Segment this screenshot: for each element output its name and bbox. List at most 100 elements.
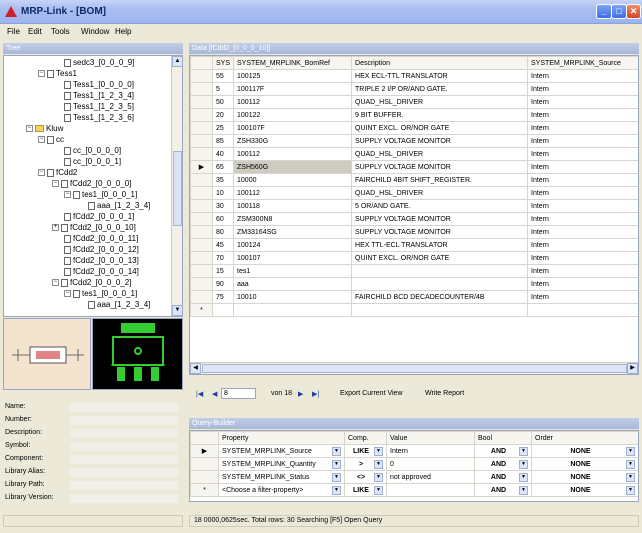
cell-bomref[interactable]: ZSH330G — [233, 134, 353, 148]
new-row[interactable]: * — [190, 303, 638, 317]
row-selector[interactable] — [190, 225, 213, 239]
query-comp-select[interactable]: LIKE ▼ — [344, 483, 387, 497]
cell-bomref[interactable]: 10000 — [233, 173, 353, 187]
cell-sys[interactable]: 90 — [211, 277, 235, 291]
cell-bomref[interactable]: 100122 — [233, 108, 353, 122]
cell-source[interactable]: Intern — [527, 199, 638, 213]
cell-source[interactable]: Intern — [527, 277, 638, 291]
dropdown-arrow-icon[interactable]: ▼ — [374, 485, 383, 495]
cell-source[interactable]: Intern — [527, 160, 638, 174]
cell-description[interactable] — [351, 277, 529, 291]
tree-node[interactable]: fCdd2_[0_0_0_13] — [64, 256, 139, 265]
query-bool-select[interactable]: AND ▼ — [474, 470, 532, 484]
cell-bomref[interactable]: ZSH560G — [233, 160, 353, 174]
tree-node[interactable]: − fCdd2_[0_0_0_0] — [52, 179, 131, 188]
cell-source[interactable]: Intern — [527, 147, 638, 161]
query-column-comp[interactable]: Comp. — [344, 431, 387, 445]
query-bool-select[interactable]: AND ▼ — [474, 483, 532, 497]
query-column-property[interactable]: Property — [218, 431, 345, 445]
cell-description[interactable]: QUAD_HSL_DRIVER — [351, 186, 529, 200]
row-selector[interactable] — [190, 121, 213, 135]
dropdown-arrow-icon[interactable]: ▼ — [519, 485, 528, 495]
row-selector[interactable] — [190, 108, 213, 122]
cell-bomref[interactable]: 100125 — [233, 69, 353, 83]
row-selector[interactable] — [190, 173, 213, 187]
table-row[interactable]: 5 100117F TRIPLE 2 I/P OR/AND GATE. Intern — [190, 82, 638, 96]
new-row-cell[interactable] — [351, 303, 529, 317]
cell-bomref[interactable]: 100107F — [233, 121, 353, 135]
query-column-order[interactable]: Order — [531, 431, 638, 445]
tree-node[interactable]: aaa_[1_2_3_4] — [88, 300, 150, 309]
dropdown-arrow-icon[interactable]: ▼ — [374, 459, 383, 469]
dropdown-arrow-icon[interactable]: ▼ — [519, 446, 528, 456]
cell-description[interactable]: SUPPLY VOLTAGE MONITOR — [351, 160, 529, 174]
scroll-right-icon[interactable]: ▶ — [627, 363, 638, 374]
row-selector[interactable] — [190, 238, 213, 252]
cell-sys[interactable]: 35 — [211, 173, 235, 187]
next-record-icon[interactable]: ▶ — [298, 390, 303, 398]
cell-source[interactable]: Intern — [527, 108, 638, 122]
cell-sys[interactable]: 45 — [211, 238, 235, 252]
cell-sys[interactable]: 50 — [211, 95, 235, 109]
tree-node[interactable]: Tess1_[1_2_3_5] — [64, 102, 134, 111]
cell-source[interactable]: Intern — [527, 95, 638, 109]
cell-description[interactable]: QUAD_HSL_DRIVER — [351, 95, 529, 109]
cell-description[interactable]: 5 OR/AND GATE. — [351, 199, 529, 213]
cell-description[interactable]: QUINT EXCL. OR/NOR GATE — [351, 121, 529, 135]
query-row[interactable]: * <Choose a filter-property> ▼ LIKE ▼ AND ▼ NON… — [190, 483, 638, 497]
scroll-left-icon[interactable]: ◀ — [190, 363, 201, 374]
table-row[interactable]: 55 100125 HEX ECL-TTL TRANSLATOR Intern — [190, 69, 638, 83]
new-row-cell[interactable] — [527, 303, 638, 317]
row-selector[interactable] — [190, 251, 213, 265]
cell-bomref[interactable]: aaa — [233, 277, 353, 291]
cell-source[interactable]: Intern — [527, 264, 638, 278]
property-value-field[interactable] — [70, 403, 178, 412]
row-selector[interactable] — [190, 147, 213, 161]
cell-description[interactable]: SUPPLY VOLTAGE MONITOR — [351, 134, 529, 148]
tree-node[interactable]: − Kluw — [26, 124, 63, 133]
table-row[interactable]: 10 100112 QUAD_HSL_DRIVER Intern — [190, 186, 638, 200]
tree-node[interactable]: − tes1_[0_0_0_1] — [64, 190, 137, 199]
column-header-source[interactable]: SYSTEM_MRPLINK_Source — [527, 56, 638, 70]
query-comp-select[interactable]: > ▼ — [344, 457, 387, 471]
query-order-select[interactable]: NONE ▼ — [531, 470, 638, 484]
cell-sys[interactable]: 15 — [211, 264, 235, 278]
dropdown-arrow-icon[interactable]: ▼ — [332, 485, 341, 495]
scroll-down-icon[interactable]: ▼ — [172, 305, 182, 316]
property-value-field[interactable] — [70, 455, 178, 464]
table-row[interactable]: 90 aaa Intern — [190, 277, 638, 291]
table-row[interactable]: 15 tes1 Intern — [190, 264, 638, 278]
cell-bomref[interactable]: ZSM300N8 — [233, 212, 353, 226]
cell-bomref[interactable]: 100107 — [233, 251, 353, 265]
cell-description[interactable]: SUPPLY VOLTAGE MONITOR — [351, 225, 529, 239]
scroll-up-icon[interactable]: ▲ — [172, 56, 182, 67]
cell-bomref[interactable]: 100112 — [233, 147, 353, 161]
new-row-cell[interactable] — [233, 303, 353, 317]
tree-scroll-thumb[interactable] — [173, 151, 182, 226]
tree-node[interactable]: cc_[0_0_0_0] — [64, 146, 121, 155]
query-row[interactable]: ▶ SYSTEM_MRPLINK_Source ▼ LIKE ▼ Intern AND ▼ NO… — [190, 444, 638, 458]
table-row[interactable]: 80 ZM33164SG SUPPLY VOLTAGE MONITOR Intern — [190, 225, 638, 239]
cell-description[interactable]: QUINT EXCL. OR/NOR GATE — [351, 251, 529, 265]
query-order-select[interactable]: NONE ▼ — [531, 444, 638, 458]
menu-tools[interactable]: Tools — [51, 27, 70, 36]
tree-scrollbar[interactable]: ▲ ▼ — [171, 56, 182, 316]
dropdown-arrow-icon[interactable]: ▼ — [519, 459, 528, 469]
table-row[interactable]: ▶ 65 ZSH560G SUPPLY VOLTAGE MONITOR Intern — [190, 160, 638, 174]
table-row[interactable]: 60 ZSM300N8 SUPPLY VOLTAGE MONITOR Intern — [190, 212, 638, 226]
write-report-button[interactable]: Write Report — [425, 390, 464, 397]
table-row[interactable]: 70 100107 QUINT EXCL. OR/NOR GATE Intern — [190, 251, 638, 265]
cell-description[interactable]: SUPPLY VOLTAGE MONITOR — [351, 212, 529, 226]
cell-sys[interactable]: 80 — [211, 225, 235, 239]
schematic-thumbnail[interactable] — [3, 318, 91, 390]
row-selector[interactable] — [190, 95, 213, 109]
query-property-select[interactable]: <Choose a filter-property> ▼ — [218, 483, 345, 497]
cell-sys[interactable]: 20 — [211, 108, 235, 122]
table-row[interactable]: 45 100124 HEX TTL-ECL TRANSLATOR Intern — [190, 238, 638, 252]
first-record-icon[interactable]: |◀ — [196, 390, 203, 398]
query-order-select[interactable]: NONE ▼ — [531, 483, 638, 497]
query-value-input[interactable]: Intern — [386, 444, 475, 458]
query-property-select[interactable]: SYSTEM_MRPLINK_Status ▼ — [218, 470, 345, 484]
table-row[interactable]: 35 10000 FAIRCHILD 4BIT SHIFT_REGISTER. Int… — [190, 173, 638, 187]
query-comp-select[interactable]: <> ▼ — [344, 470, 387, 484]
